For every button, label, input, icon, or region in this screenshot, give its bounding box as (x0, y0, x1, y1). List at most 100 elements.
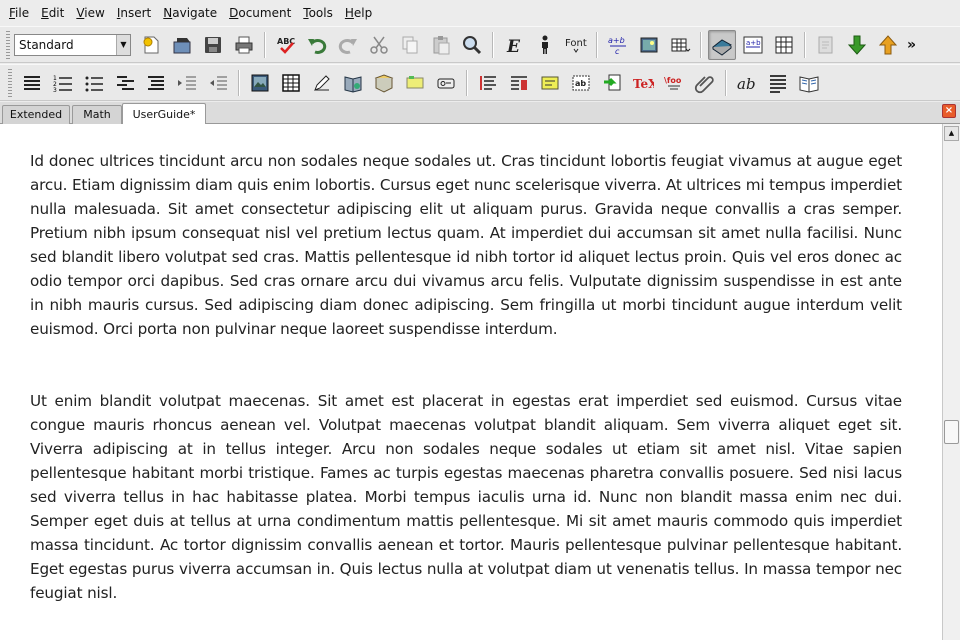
vertical-scrollbar[interactable]: ▲ (942, 124, 960, 640)
undo-button[interactable] (303, 30, 331, 60)
menu-navigate[interactable]: Navigate (157, 0, 223, 26)
insert-figure-button[interactable] (246, 68, 274, 98)
insert-citation-button[interactable]: ab (567, 68, 595, 98)
save-icon (204, 36, 221, 53)
math-mode-button[interactable]: a+b c (604, 30, 632, 60)
paragraph-settings-icon (769, 74, 786, 93)
close-icon: × (944, 105, 954, 116)
spellcheck-button[interactable]: ABC (272, 30, 300, 60)
undo-icon (307, 38, 326, 54)
insert-table-button[interactable] (666, 30, 694, 60)
open-book-icon (799, 75, 818, 93)
noun-button[interactable] (531, 30, 559, 60)
document-changes-icon (818, 36, 832, 53)
toolbar-handle[interactable] (6, 30, 10, 59)
view-pdf-button[interactable] (707, 29, 736, 60)
new-document-button[interactable] (137, 30, 165, 60)
redo-icon (338, 38, 357, 54)
box-icon (406, 75, 423, 88)
menu-file[interactable]: File (3, 0, 35, 26)
menu-view[interactable]: View (70, 0, 110, 26)
document-editor[interactable]: Id donec ultrices tincidunt arcu non sod… (0, 124, 942, 640)
cut-button[interactable] (365, 30, 393, 60)
insert-hyperlink-button[interactable] (691, 68, 719, 98)
math-panels-button[interactable]: a+b (739, 30, 767, 60)
body-paragraph[interactable]: Id donec ultrices tincidunt arcu non sod… (30, 149, 902, 341)
menu-tools[interactable]: Tools (297, 0, 339, 26)
tab-extended[interactable]: Extended (2, 105, 70, 124)
insert-margin-note-button[interactable] (370, 68, 398, 98)
menu-help[interactable]: Help (339, 0, 378, 26)
close-tab-button[interactable]: × (942, 104, 956, 118)
toolbar-handle[interactable] (8, 68, 12, 97)
next-change-button[interactable] (843, 30, 871, 60)
math-fraction-icon: a+b c (608, 36, 626, 56)
insert-label-button[interactable] (432, 68, 460, 98)
insert-include-button[interactable] (598, 68, 626, 98)
changes-button[interactable] (812, 30, 840, 60)
svg-text:a+b: a+b (746, 39, 761, 47)
body-paragraph[interactable]: Ut enim blandit volutpat maecenas. Sit a… (30, 389, 902, 605)
insert-cross-reference-button[interactable] (536, 68, 564, 98)
paste-button[interactable] (427, 30, 455, 60)
standard-paragraph-button[interactable] (18, 68, 46, 98)
insert-footnote-button[interactable] (339, 68, 367, 98)
menu-edit[interactable]: Edit (35, 0, 70, 26)
main-toolbar: Standard ▼ ABC E Font a+b c a+b » (0, 26, 960, 63)
tab-math[interactable]: Math (72, 105, 122, 124)
toolbar-overflow-button[interactable]: » (905, 30, 919, 60)
insert-box-button[interactable] (401, 68, 429, 98)
description-list-button[interactable] (111, 68, 139, 98)
redo-button[interactable] (334, 30, 362, 60)
enumerate-alt-button[interactable] (142, 68, 170, 98)
include-file-icon (603, 74, 620, 90)
toolbar-separator (238, 69, 239, 96)
font-button[interactable]: Font (562, 30, 590, 60)
paragraph-settings-button[interactable] (764, 68, 792, 98)
svg-text:a+b: a+b (608, 36, 625, 45)
menu-insert[interactable]: Insert (111, 0, 157, 26)
svg-text:TeX: TeX (633, 77, 654, 91)
open-folder-icon (173, 37, 190, 53)
insert-note-button[interactable] (308, 68, 336, 98)
document-settings-button[interactable] (795, 68, 823, 98)
previous-change-button[interactable] (874, 30, 902, 60)
bullet-list-icon (85, 76, 103, 91)
chevron-up-icon: ▲ (948, 129, 955, 137)
copy-button[interactable] (396, 30, 424, 60)
insert-toc-button[interactable] (474, 68, 502, 98)
find-replace-button[interactable] (458, 30, 486, 60)
print-button[interactable] (230, 30, 258, 60)
citation-icon: ab (572, 75, 589, 90)
insert-index-button[interactable] (505, 68, 533, 98)
menu-bar: File Edit View Insert Navigate Document … (0, 0, 960, 26)
decrease-depth-button[interactable] (204, 68, 232, 98)
book-view-icon (711, 38, 732, 56)
insert-table-float-button[interactable] (277, 68, 305, 98)
cross-ref-icon (541, 76, 558, 89)
numbered-list-button[interactable]: 123 (49, 68, 77, 98)
scissors-icon (369, 36, 388, 54)
table-float-icon (281, 73, 300, 92)
text-style-icon: ab (737, 75, 756, 93)
paragraph-layout-select[interactable]: Standard ▼ (14, 33, 131, 56)
grid-icon (775, 36, 792, 53)
tab-userguide[interactable]: UserGuide* (122, 103, 206, 125)
scrollbar-thumb[interactable] (944, 420, 959, 444)
open-button[interactable] (168, 30, 196, 60)
increase-depth-button[interactable] (173, 68, 201, 98)
insert-tex-code-button[interactable]: TeX (629, 68, 657, 98)
insert-graphics-button[interactable] (635, 30, 663, 60)
toolbar-separator (804, 31, 805, 58)
insert-command-button[interactable]: \foo (660, 68, 688, 98)
text-style-button[interactable]: ab (733, 68, 761, 98)
command-icon: \foo (664, 76, 681, 89)
bullet-list-button[interactable] (80, 68, 108, 98)
emphasize-button[interactable]: E (500, 30, 528, 60)
save-button[interactable] (199, 30, 227, 60)
list-alt-icon (147, 75, 164, 90)
table-panel-button[interactable] (770, 30, 798, 60)
menu-document[interactable]: Document (223, 0, 297, 26)
label-tag-icon (437, 78, 454, 88)
scroll-up-button[interactable]: ▲ (944, 126, 959, 141)
